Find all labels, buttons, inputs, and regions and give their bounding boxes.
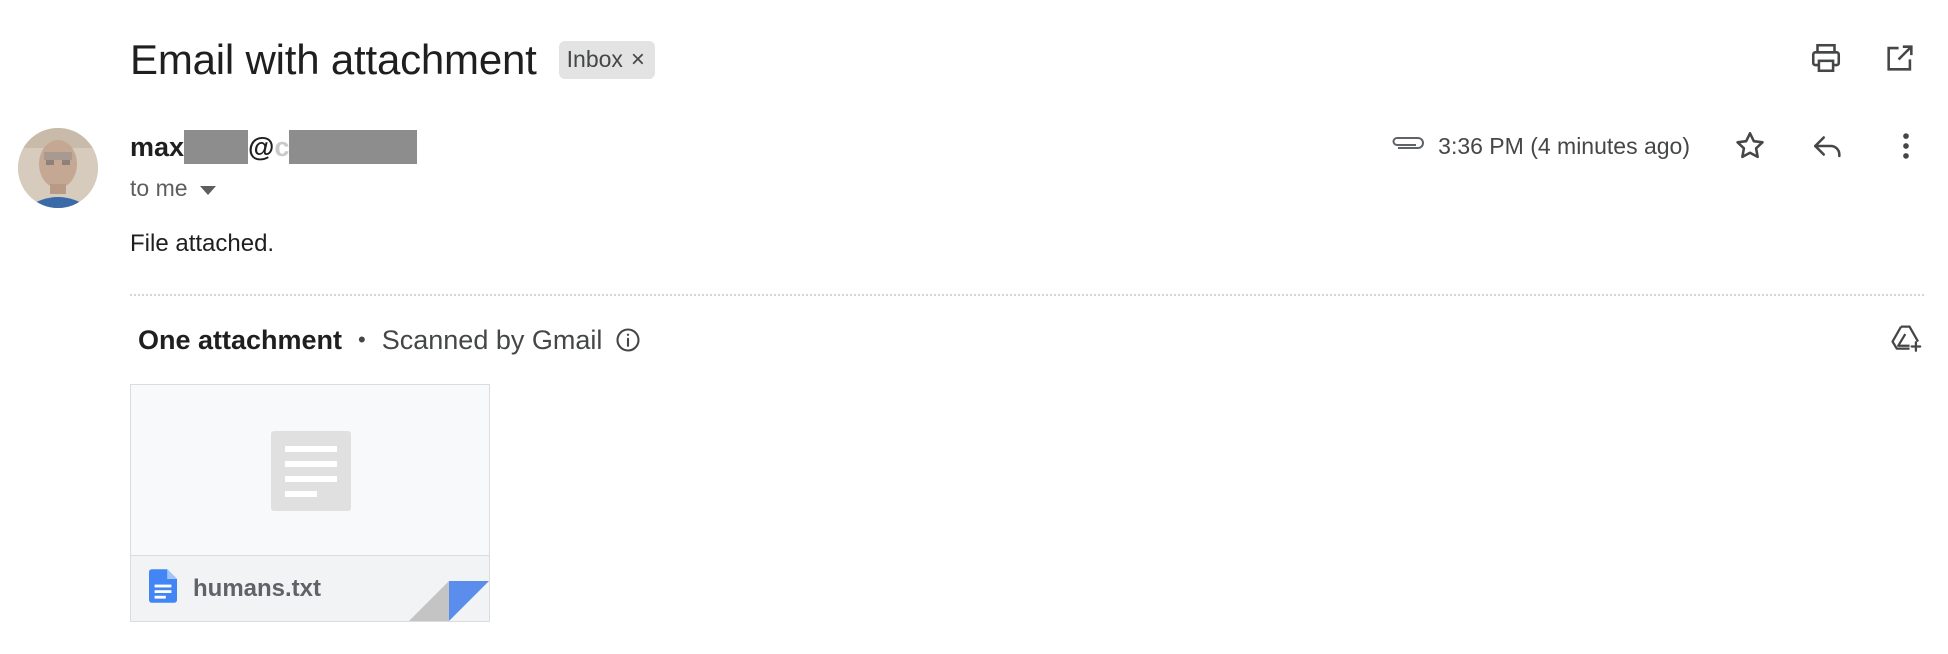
- attachment-indicator: [1390, 133, 1426, 160]
- page-fold-corner: [409, 581, 489, 621]
- redacted-block: [184, 130, 249, 164]
- print-all-button[interactable]: [1806, 38, 1846, 78]
- remove-label-icon[interactable]: ×: [631, 47, 645, 72]
- reply-button[interactable]: [1808, 126, 1848, 166]
- add-all-to-drive-button[interactable]: [1886, 318, 1926, 358]
- attachment-divider: [130, 294, 1924, 296]
- sender-avatar[interactable]: [18, 128, 98, 208]
- attachment-count: One attachment: [138, 324, 343, 355]
- sender-name-prefix: max: [130, 131, 185, 162]
- attachment-filename: humans.txt: [193, 574, 322, 602]
- sender-address[interactable]: max @ c: [130, 130, 418, 164]
- print-icon: [1811, 43, 1841, 73]
- message-body: File attached.: [130, 230, 275, 257]
- redacted-block: [289, 130, 418, 164]
- message-meta: 3:36 PM (4 minutes ago): [1390, 126, 1926, 166]
- separator-dot: •: [358, 327, 366, 352]
- sender-domain-partial: c: [274, 131, 290, 162]
- star-button[interactable]: [1730, 126, 1770, 166]
- email-subject: Email with attachment: [130, 36, 537, 83]
- document-thumbnail-icon: [271, 431, 351, 511]
- message-actions: [1730, 126, 1926, 166]
- email-view: Email with attachment Inbox × max @ c to…: [0, 0, 1948, 654]
- sender-at-sign: @: [248, 131, 275, 162]
- recipient-text: to me: [130, 175, 188, 201]
- avatar-image: [18, 128, 98, 208]
- paperclip-icon: [1392, 136, 1425, 149]
- attachment-card[interactable]: humans.txt: [130, 384, 490, 622]
- info-icon[interactable]: [614, 326, 642, 354]
- open-in-new-icon: [1887, 45, 1913, 71]
- label-chip-inbox[interactable]: Inbox ×: [558, 41, 655, 79]
- scanned-by-gmail-text: Scanned by Gmail: [381, 324, 603, 355]
- open-in-new-window-button[interactable]: [1880, 38, 1920, 78]
- subject-row: Email with attachment Inbox ×: [130, 30, 655, 90]
- star-icon: [1736, 131, 1764, 159]
- attachments-header: One attachment • Scanned by Gmail: [138, 322, 642, 358]
- message-timestamp: 3:36 PM (4 minutes ago): [1438, 132, 1690, 159]
- attachment-preview: [131, 385, 489, 555]
- more-options-button[interactable]: [1886, 126, 1926, 166]
- recipient-line: to me: [130, 175, 216, 202]
- show-details-chevron-icon[interactable]: [199, 185, 216, 195]
- thread-actions: [1806, 38, 1920, 78]
- label-chip-text: Inbox: [566, 46, 623, 72]
- more-vert-icon: [1903, 133, 1909, 159]
- text-file-icon: [149, 569, 177, 608]
- reply-icon: [1813, 136, 1841, 158]
- add-to-drive-icon: [1891, 325, 1922, 352]
